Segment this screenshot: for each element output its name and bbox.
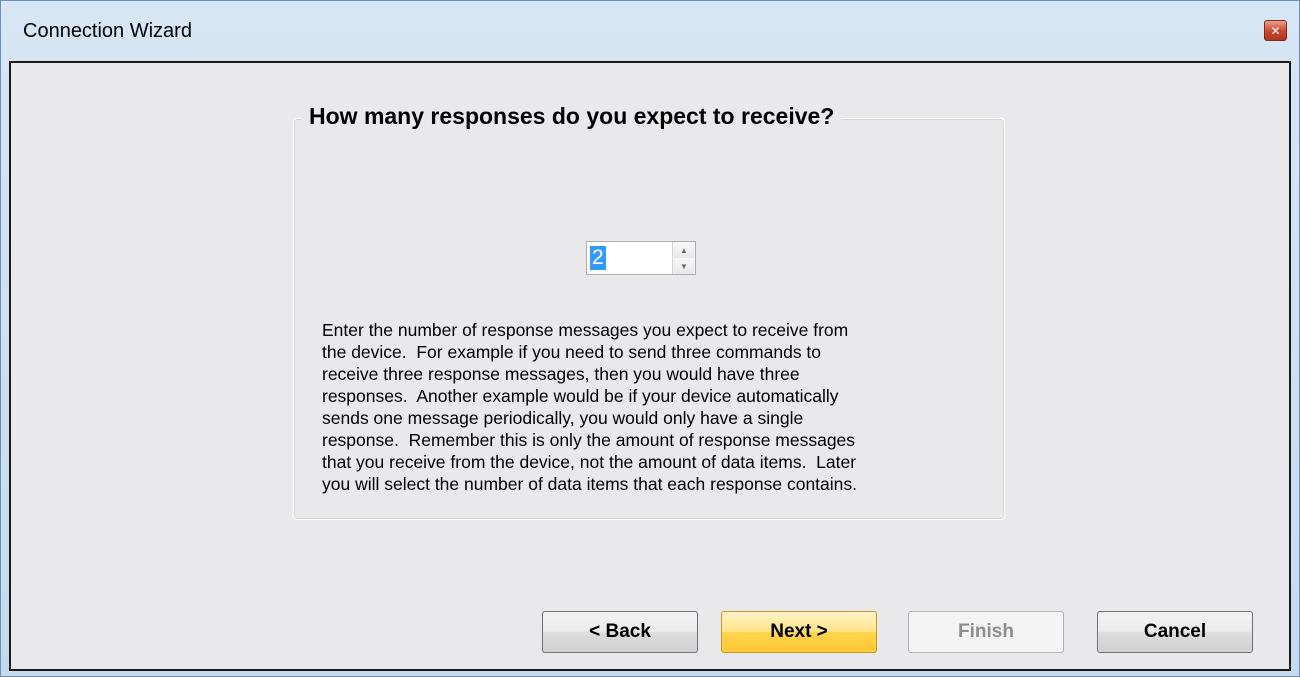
window-title: Connection Wizard <box>23 20 192 42</box>
title-bar[interactable]: Connection Wizard ✕ <box>1 1 1299 61</box>
spin-down-button[interactable]: ▼ <box>673 258 695 274</box>
spin-up-button[interactable]: ▲ <box>673 242 695 259</box>
spin-down-arrow-icon: ▼ <box>680 261 688 271</box>
back-button[interactable]: < Back <box>542 611 698 653</box>
close-button[interactable]: ✕ <box>1264 20 1287 41</box>
close-icon: ✕ <box>1270 23 1281 38</box>
next-button[interactable]: Next > <box>721 611 877 653</box>
response-count-spinner[interactable]: 2 ▲ ▼ <box>586 241 696 275</box>
group-title: How many responses do you expect to rece… <box>302 103 842 130</box>
responses-group-box: How many responses do you expect to rece… <box>293 103 1005 520</box>
cancel-button[interactable]: Cancel <box>1097 611 1253 653</box>
response-count-value[interactable]: 2 <box>590 246 606 270</box>
spin-up-arrow-icon: ▲ <box>680 245 688 255</box>
spinner-buttons: ▲ ▼ <box>672 242 695 274</box>
wizard-client-area: How many responses do you expect to rece… <box>9 61 1291 671</box>
finish-button: Finish <box>908 611 1064 653</box>
connection-wizard-window: Connection Wizard ✕ How many responses d… <box>0 0 1300 677</box>
description-text: Enter the number of response messages yo… <box>322 320 858 494</box>
